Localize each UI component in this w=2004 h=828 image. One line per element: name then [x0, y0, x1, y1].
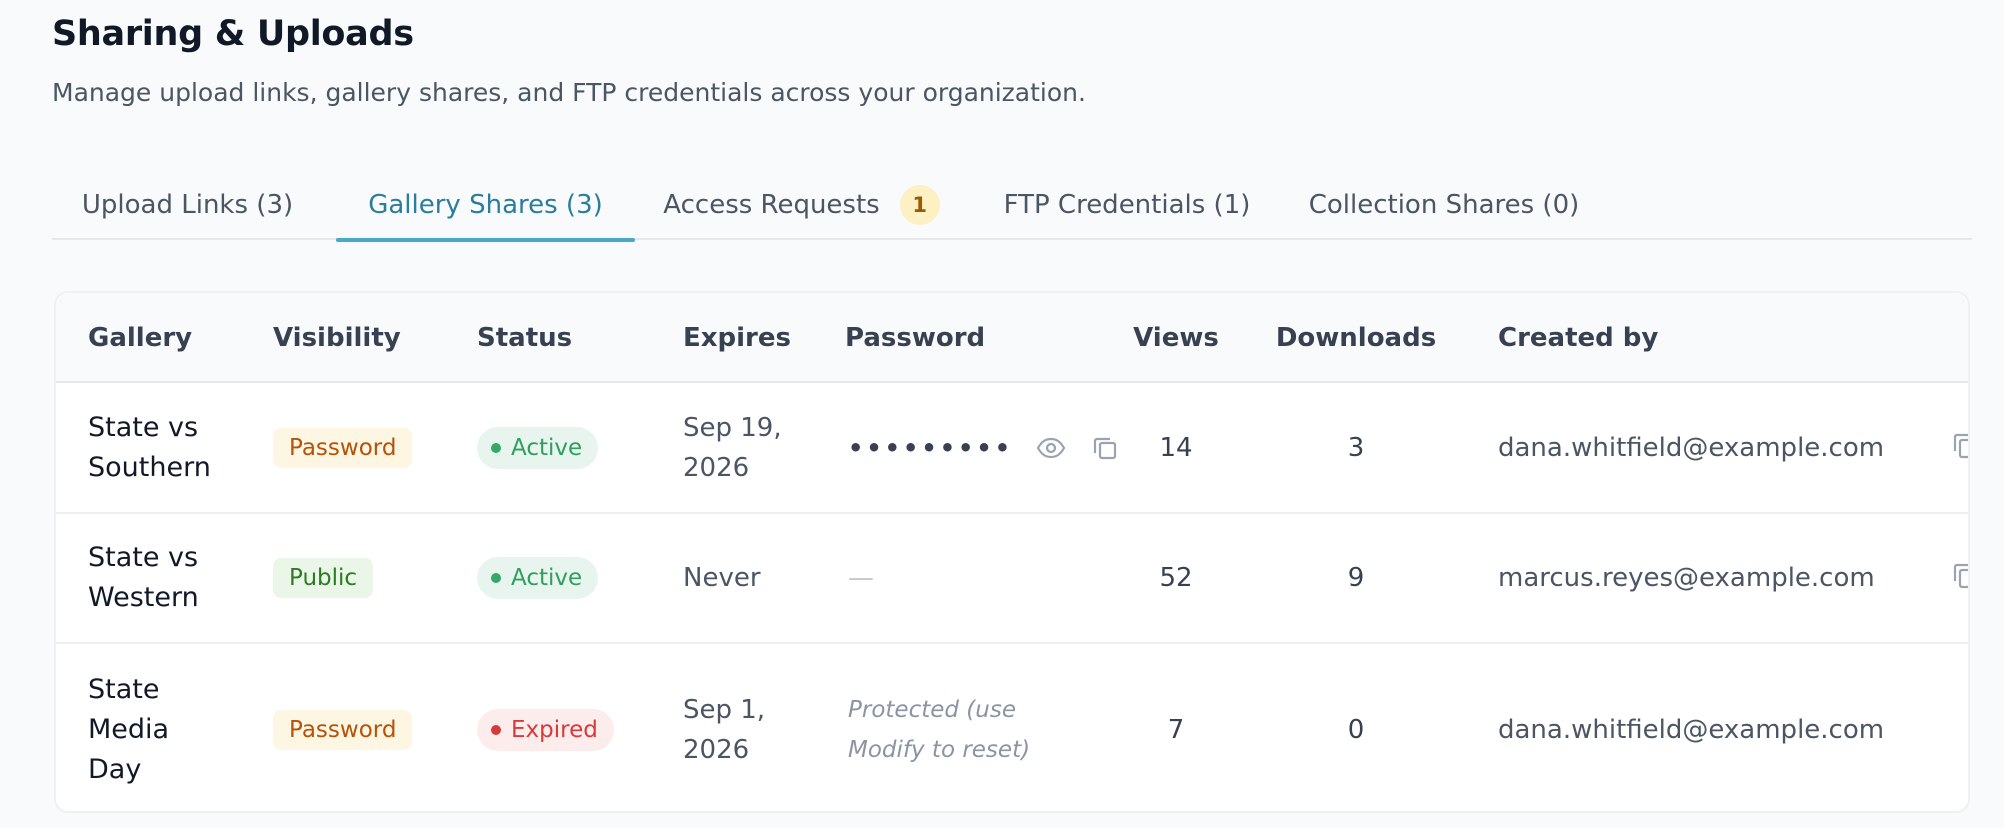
status-badge: Active	[477, 557, 599, 599]
gallery-name-line: Western	[88, 582, 199, 613]
expires-line: Sep 19,	[683, 413, 782, 443]
expires-value: Sep 19, 2026	[683, 408, 782, 488]
gallery-name-line: Southern	[88, 452, 211, 483]
visibility-cell: Password	[273, 384, 413, 512]
status-dot-icon	[491, 443, 501, 453]
gallery-name-line: State vs	[88, 412, 199, 443]
downloads-count: 0	[1347, 714, 1365, 745]
protected-password-note: Protected (use Modify to reset)	[848, 690, 1030, 770]
expires-cell: Sep 1, 2026	[683, 644, 765, 811]
table-row[interactable]: State Media Day Password Expired Sep 1, …	[56, 644, 1968, 811]
visibility-badge: Public	[273, 558, 374, 598]
expires-line: Sep 1,	[683, 694, 766, 725]
eye-icon[interactable]	[1033, 430, 1069, 466]
expires-cell: Sep 19, 2026	[683, 384, 782, 512]
copy-icon	[1951, 561, 1968, 595]
column-header-gallery: Gallery	[88, 323, 193, 353]
copy-icon[interactable]	[1087, 430, 1123, 466]
created-by: marcus.reyes@example.com	[1498, 563, 1875, 593]
visibility-cell: Password	[273, 644, 413, 811]
password-cell: •••••••••	[848, 384, 1123, 512]
visibility-badge: Password	[273, 428, 413, 468]
status-label: Active	[511, 565, 583, 591]
expires-value: Never	[683, 563, 761, 593]
sharing-uploads-page: Sharing & Uploads Manage upload links, g…	[0, 0, 2004, 828]
created-by: dana.whitfield@example.com	[1498, 714, 1885, 745]
no-password-dash: —	[848, 563, 874, 593]
gallery-name: State vs Southern	[88, 408, 211, 488]
tab-access-requests[interactable]: Access Requests 1	[650, 170, 953, 240]
gallery-shares-table: Gallery Visibility Status Expires Passwo…	[54, 291, 1970, 813]
page-subtitle: Manage upload links, gallery shares, and…	[52, 78, 1086, 107]
views-count: 7	[1167, 714, 1185, 745]
copy-link-button[interactable]	[1951, 514, 1968, 642]
tab-label: Upload Links (3)	[81, 190, 294, 220]
status-badge: Active	[477, 427, 599, 469]
column-header-expires: Expires	[683, 323, 791, 353]
column-header-status: Status	[477, 323, 573, 353]
column-header-views: Views	[1133, 323, 1219, 353]
tab-label: Collection Shares (0)	[1308, 190, 1580, 220]
copy-link-button[interactable]	[1951, 384, 1968, 512]
tab-collection-shares[interactable]: Collection Shares (0)	[1302, 170, 1586, 240]
table-header: Gallery Visibility Status Expires Passwo…	[56, 293, 1968, 383]
tab-upload-links[interactable]: Upload Links (3)	[52, 170, 323, 240]
expires-cell: Never	[683, 514, 761, 642]
expires-line: 2026	[683, 453, 750, 483]
visibility-cell: Public	[273, 514, 374, 642]
status-dot-icon	[491, 573, 501, 583]
table-row[interactable]: State vs Western Public Active Never — 5…	[56, 514, 1968, 644]
password-cell: —	[848, 514, 874, 642]
views-count: 14	[1159, 433, 1193, 463]
column-header-downloads: Downloads	[1275, 323, 1437, 353]
protected-note-line: Protected (use	[848, 696, 1016, 723]
expires-line: 2026	[683, 734, 750, 765]
tab-label: FTP Credentials (1)	[1003, 190, 1251, 220]
views-count: 52	[1159, 563, 1193, 593]
status-label: Expired	[511, 716, 598, 743]
tab-gallery-shares[interactable]: Gallery Shares (3)	[336, 170, 635, 242]
downloads-count: 3	[1347, 433, 1365, 463]
column-header-visibility: Visibility	[273, 323, 401, 353]
tab-label: Access Requests	[663, 190, 880, 220]
visibility-badge: Password	[273, 709, 413, 750]
copy-icon	[1951, 431, 1968, 465]
gallery-name-line: Media	[88, 713, 170, 745]
gallery-cell: State vs Western	[88, 514, 199, 642]
column-header-created-by: Created by	[1498, 323, 1659, 353]
status-cell: Expired	[477, 644, 614, 811]
tab-bar: Upload Links (3) Gallery Shares (3) Acce…	[52, 170, 1972, 242]
gallery-name-line: Day	[88, 753, 142, 785]
gallery-name-line: State	[88, 673, 160, 705]
created-by: dana.whitfield@example.com	[1498, 433, 1885, 463]
status-cell: Active	[477, 384, 599, 512]
gallery-name: State vs Western	[88, 538, 199, 618]
masked-password: •••••••••	[848, 434, 1014, 462]
tab-ftp-credentials[interactable]: FTP Credentials (1)	[998, 170, 1256, 240]
gallery-cell: State vs Southern	[88, 384, 211, 512]
column-header-password: Password	[845, 323, 986, 353]
password-cell: Protected (use Modify to reset)	[848, 644, 1030, 811]
expires-value: Sep 1, 2026	[683, 690, 765, 770]
status-dot-icon	[491, 724, 501, 735]
gallery-name: State Media Day	[88, 670, 169, 790]
tab-label: Gallery Shares (3)	[368, 190, 603, 220]
status-badge: Expired	[477, 708, 614, 751]
gallery-name-line: State vs	[88, 542, 199, 573]
downloads-count: 9	[1347, 563, 1365, 593]
status-cell: Active	[477, 514, 599, 642]
table-row[interactable]: State vs Southern Password Active Sep 19…	[56, 384, 1968, 514]
protected-note-line: Modify to reset)	[848, 736, 1031, 763]
access-requests-count-badge: 1	[899, 185, 940, 225]
status-label: Active	[511, 435, 583, 461]
page-title: Sharing & Uploads	[52, 14, 414, 54]
gallery-cell: State Media Day	[88, 644, 169, 811]
